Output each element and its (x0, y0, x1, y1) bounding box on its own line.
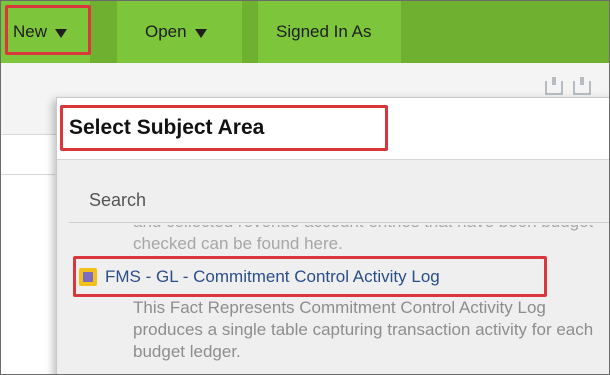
open-menu-label: Open (145, 22, 187, 41)
chevron-down-icon (194, 28, 207, 38)
dialog-title: Select Subject Area (69, 116, 265, 139)
signed-in-as-label: Signed In As (276, 22, 372, 41)
subject-area-icon (79, 268, 97, 286)
new-menu-label: New (13, 22, 48, 41)
subject-area-description: This Fact Represents Commitment Control … (133, 298, 594, 361)
open-menu[interactable]: Open (117, 1, 242, 63)
subject-area-link[interactable]: FMS - GL - Commitment Control Activity L… (79, 260, 440, 294)
chevron-down-icon (55, 28, 68, 38)
previous-item-description: and collected revenue account entries th… (133, 225, 593, 253)
dialog-header: Select Subject Area (57, 98, 609, 160)
export-icon[interactable] (573, 77, 591, 95)
page-divider (1, 174, 55, 175)
download-icon[interactable] (545, 77, 563, 95)
new-menu[interactable]: New (1, 1, 90, 63)
app-window: New Open Signed In As Select Subject Are… (0, 0, 610, 375)
select-subject-area-dialog: Select Subject Area and collected revenu… (56, 97, 609, 374)
search-input[interactable] (69, 178, 609, 222)
subject-area-name: FMS - GL - Commitment Control Activity L… (105, 267, 440, 286)
subject-area-list[interactable]: and collected revenue account entries th… (57, 225, 609, 374)
page-toolbar (545, 77, 591, 95)
top-menu-bar: New Open Signed In As (1, 1, 609, 63)
search-divider (69, 222, 609, 223)
signed-in-as-menu[interactable]: Signed In As (258, 1, 401, 63)
dialog-body: and collected revenue account entries th… (57, 160, 609, 374)
